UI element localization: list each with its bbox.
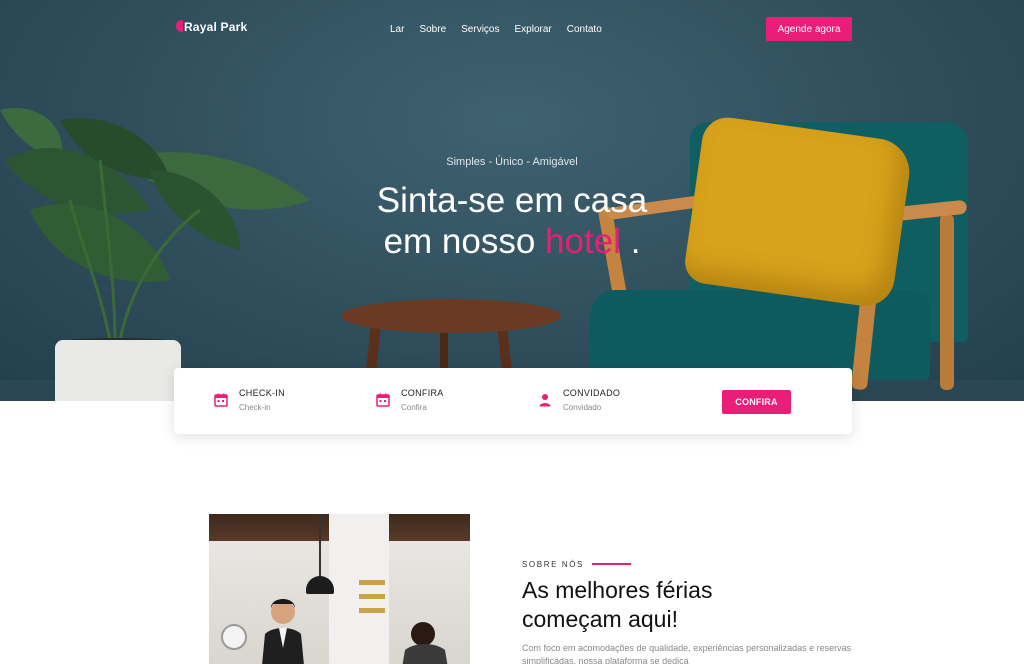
side-table <box>341 299 561 333</box>
calendar-icon <box>376 393 390 407</box>
confira-field[interactable]: CONFIRA Confira <box>376 388 444 412</box>
chair-seat <box>590 290 930 380</box>
logo-mark-icon <box>176 20 183 32</box>
wall-sign <box>359 608 385 613</box>
nav-item-servicos[interactable]: Serviços <box>461 24 499 35</box>
plant-pot <box>55 340 181 401</box>
nav-item-lar[interactable]: Lar <box>390 24 404 35</box>
brand-name: Rayal Park <box>184 20 248 34</box>
confira-button[interactable]: CONFIRA <box>722 390 791 414</box>
about-photo <box>209 514 470 664</box>
person-icon <box>539 394 551 407</box>
checkin-value: Check-in <box>239 403 271 412</box>
headline-highlight: hotel <box>545 222 621 261</box>
confira-label: CONFIRA <box>401 388 444 398</box>
guest-figure <box>402 622 448 664</box>
headline-prefix: em nosso <box>383 222 536 261</box>
confira-value: Confira <box>401 403 427 412</box>
about-description: Com foco em acomodações de qualidade, ex… <box>522 643 852 664</box>
hero-section: Rayal Park Lar Sobre Serviços Explorar C… <box>0 0 1024 401</box>
calendar-icon <box>214 393 228 407</box>
headline-suffix: . <box>630 222 641 261</box>
nav-item-contato[interactable]: Contato <box>567 24 602 35</box>
about-eyebrow: SOBRE NÓS <box>522 560 584 569</box>
booking-bar: CHECK-IN Check-in CONFIRA Confira CONVID… <box>174 368 852 434</box>
guest-label: CONVIDADO <box>563 388 621 398</box>
about-title: As melhores férias começam aqui! <box>522 576 712 634</box>
headline-line-2: em nosso hotel . <box>0 221 1024 262</box>
hero-tagline: Simples - Único - Amigável <box>446 156 578 168</box>
nav-item-explorar[interactable]: Explorar <box>515 24 552 35</box>
lamp-cord <box>319 514 321 576</box>
about-title-line-2: começam aqui! <box>522 606 678 632</box>
guest-value: Convidado <box>563 403 602 412</box>
book-now-button[interactable]: Agende agora <box>766 17 852 41</box>
receptionist-figure <box>262 599 304 664</box>
guest-field[interactable]: CONVIDADO Convidado <box>538 388 620 412</box>
clock-icon <box>221 624 247 650</box>
hero-headline: Sinta-se em casa em nosso hotel . <box>0 180 1024 262</box>
checkin-label: CHECK-IN <box>239 388 285 398</box>
main-nav: Lar Sobre Serviços Explorar Contato <box>390 24 602 35</box>
checkin-field[interactable]: CHECK-IN Check-in <box>214 388 285 412</box>
nav-item-sobre[interactable]: Sobre <box>419 24 446 35</box>
photo-wall <box>329 514 389 664</box>
wall-sign <box>359 580 385 585</box>
eyebrow-divider <box>592 563 631 565</box>
wall-sign <box>359 594 385 599</box>
brand-logo[interactable]: Rayal Park <box>176 20 247 34</box>
headline-line-1: Sinta-se em casa <box>376 181 648 220</box>
about-title-line-1: As melhores férias <box>522 577 713 603</box>
